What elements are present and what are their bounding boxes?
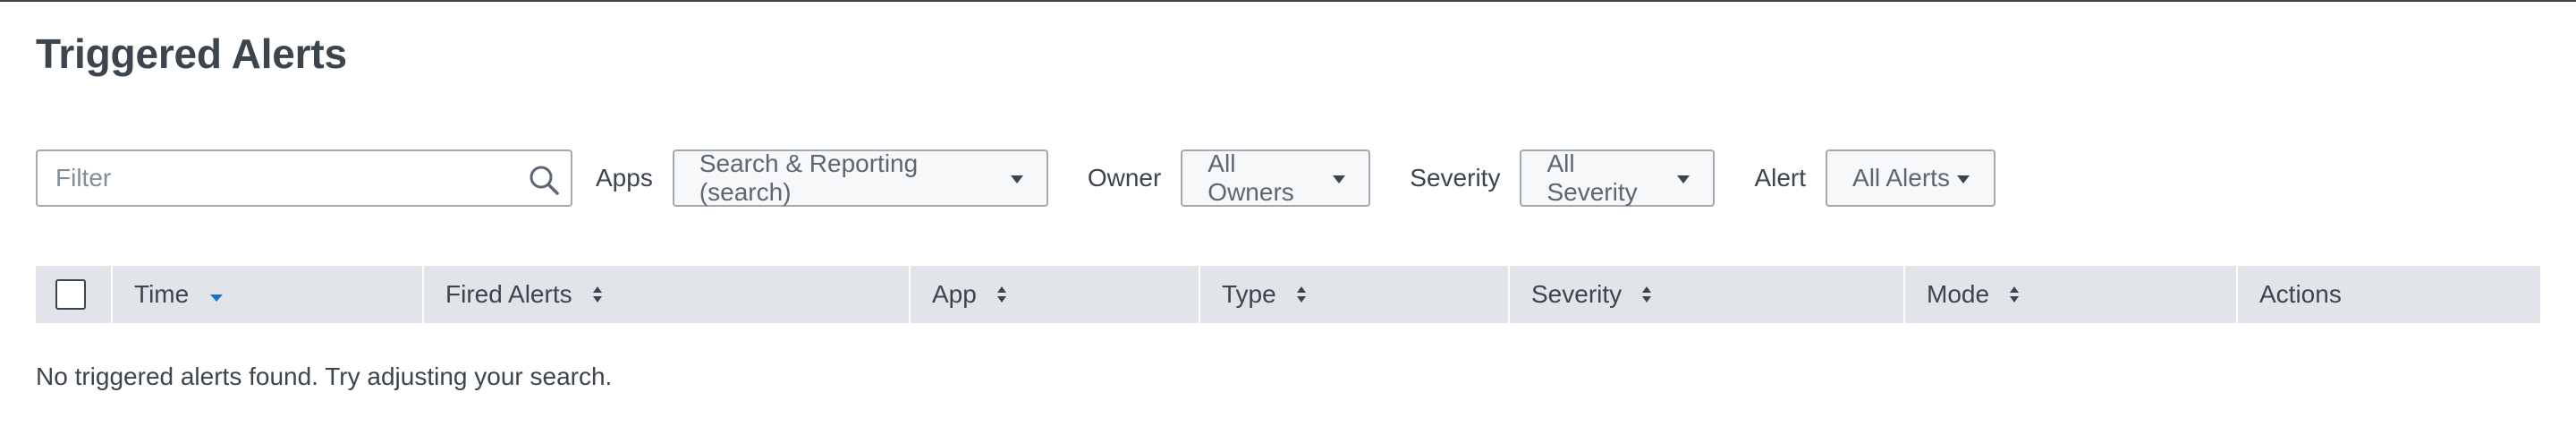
select-all-checkbox[interactable] [55, 279, 86, 310]
table-header: Time Fired Alerts App Type Severity Mode [36, 266, 2540, 323]
column-header-label: App [932, 280, 977, 308]
column-header-severity[interactable]: Severity [1508, 266, 1903, 323]
column-header-label: Mode [1927, 280, 1990, 308]
sort-icon [2010, 286, 2020, 303]
column-header-type[interactable]: Type [1199, 266, 1508, 323]
filter-field[interactable] [36, 149, 572, 207]
column-header-label: Actions [2259, 280, 2342, 308]
owner-dropdown[interactable]: All Owners [1181, 149, 1371, 207]
header-select-all [36, 266, 111, 323]
sort-icon [592, 286, 602, 303]
alert-dropdown[interactable]: All Alerts [1826, 149, 1996, 207]
column-header-time[interactable]: Time [111, 266, 422, 323]
severity-dropdown[interactable]: All Severity [1520, 149, 1716, 207]
sort-descending-icon [210, 294, 224, 302]
column-header-label: Time [134, 280, 190, 308]
caret-down-icon [1010, 175, 1023, 183]
page-title: Triggered Alerts [36, 30, 347, 77]
empty-state-message: No triggered alerts found. Try adjusting… [36, 362, 613, 390]
sort-icon [1296, 286, 1306, 303]
owner-dropdown-value: All Owners [1208, 149, 1294, 206]
sort-icon [996, 286, 1006, 303]
top-border [0, 0, 2576, 2]
severity-dropdown-value: All Severity [1546, 149, 1638, 206]
column-header-fired-alerts[interactable]: Fired Alerts [422, 266, 909, 323]
apps-dropdown-value: Search & Reporting (search) [699, 149, 919, 206]
column-header-actions: Actions [2236, 266, 2540, 323]
apps-dropdown[interactable]: Search & Reporting (search) [672, 149, 1048, 207]
alert-label: Alert [1754, 164, 1807, 192]
column-header-label: Fired Alerts [445, 280, 572, 308]
search-icon[interactable] [528, 164, 560, 196]
column-header-app[interactable]: App [909, 266, 1199, 323]
sort-icon [1642, 286, 1652, 303]
owner-label: Owner [1087, 164, 1162, 192]
column-header-label: Type [1222, 280, 1276, 308]
severity-label: Severity [1410, 164, 1501, 192]
column-header-label: Severity [1531, 280, 1623, 308]
caret-down-icon [1333, 175, 1346, 183]
caret-down-icon [1677, 175, 1690, 183]
column-header-mode[interactable]: Mode [1903, 266, 2236, 323]
caret-down-icon [1956, 175, 1970, 183]
filter-bar: Apps Search & Reporting (search) Owner A… [36, 149, 1996, 207]
apps-label: Apps [596, 164, 653, 192]
filter-input[interactable] [38, 151, 521, 205]
alert-dropdown-value: All Alerts [1852, 164, 1950, 192]
